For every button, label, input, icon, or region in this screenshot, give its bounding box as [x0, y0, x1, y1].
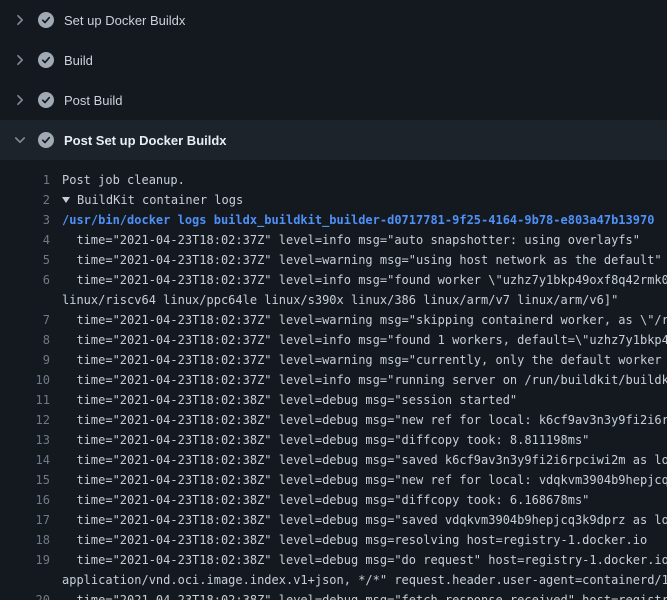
log-line: 12 time="2021-04-23T18:02:38Z" level=deb…: [0, 410, 667, 430]
log-line-text: /usr/bin/docker logs buildx_buildkit_bui…: [62, 210, 667, 230]
log-line-text: time="2021-04-23T18:02:38Z" level=debug …: [62, 430, 667, 450]
step-header[interactable]: Build: [0, 40, 667, 80]
log-line-number[interactable]: 15: [0, 470, 50, 490]
log-line: 3 /usr/bin/docker logs buildx_buildkit_b…: [0, 210, 667, 230]
log-line-number[interactable]: 18: [0, 530, 50, 550]
chevron-icon: [12, 52, 28, 68]
log-line-text: time="2021-04-23T18:02:37Z" level=info m…: [62, 330, 667, 350]
group-expand-icon: [62, 197, 70, 203]
steps-list: Set up Docker Buildx Build Post Buil: [0, 0, 667, 160]
log-line-number[interactable]: 6: [0, 270, 50, 310]
step-header[interactable]: Post Build: [0, 80, 667, 120]
log-line-number[interactable]: 13: [0, 430, 50, 450]
log-line-text[interactable]: BuildKit container logs: [62, 190, 667, 210]
log-line-number[interactable]: 5: [0, 250, 50, 270]
log-line-text: time="2021-04-23T18:02:38Z" level=debug …: [62, 510, 667, 530]
log-line-text: time="2021-04-23T18:02:38Z" level=debug …: [62, 390, 667, 410]
step-label: Post Build: [64, 93, 123, 108]
log-line: 8 time="2021-04-23T18:02:37Z" level=info…: [0, 330, 667, 350]
check-circle-icon: [38, 52, 54, 68]
log-line-number[interactable]: 20: [0, 590, 50, 600]
log-line: 5 time="2021-04-23T18:02:37Z" level=warn…: [0, 250, 667, 270]
log-line-number[interactable]: 19: [0, 550, 50, 590]
log-line-text: time="2021-04-23T18:02:38Z" level=debug …: [62, 490, 667, 510]
log-line: 1 Post job cleanup.: [0, 170, 667, 190]
log-line: 15 time="2021-04-23T18:02:38Z" level=deb…: [0, 470, 667, 490]
log-line: 4 time="2021-04-23T18:02:37Z" level=info…: [0, 230, 667, 250]
check-circle-icon: [38, 12, 54, 28]
check-circle-icon: [38, 92, 54, 108]
log-line-number[interactable]: 8: [0, 330, 50, 350]
log-line: 20 time="2021-04-23T18:02:38Z" level=deb…: [0, 590, 667, 600]
log-line: 10 time="2021-04-23T18:02:37Z" level=inf…: [0, 370, 667, 390]
log-line-number[interactable]: 2: [0, 190, 50, 210]
log-line: 9 time="2021-04-23T18:02:37Z" level=warn…: [0, 350, 667, 370]
log-line-number[interactable]: 7: [0, 310, 50, 330]
log-line-number[interactable]: 11: [0, 390, 50, 410]
log-line-number[interactable]: 9: [0, 350, 50, 370]
log-line-text: time="2021-04-23T18:02:38Z" level=debug …: [62, 450, 667, 470]
step-label: Post Set up Docker Buildx: [64, 133, 227, 148]
log-line-text: time="2021-04-23T18:02:38Z" level=debug …: [62, 590, 667, 600]
log-line-text: time="2021-04-23T18:02:38Z" level=debug …: [62, 410, 667, 430]
log-line-number[interactable]: 10: [0, 370, 50, 390]
log-line-text: time="2021-04-23T18:02:37Z" level=warnin…: [62, 310, 667, 330]
step-header[interactable]: Post Set up Docker Buildx: [0, 120, 667, 160]
log-line-number[interactable]: 4: [0, 230, 50, 250]
log-line: 2 BuildKit container logs: [0, 190, 667, 210]
log-line-number[interactable]: 16: [0, 490, 50, 510]
check-circle-icon: [38, 132, 54, 148]
log-line-text: time="2021-04-23T18:02:38Z" level=debug …: [62, 470, 667, 490]
log-line-text: time="2021-04-23T18:02:37Z" level=info m…: [62, 270, 667, 310]
log-line-text: time="2021-04-23T18:02:38Z" level=debug …: [62, 550, 667, 590]
log-line: 7 time="2021-04-23T18:02:37Z" level=warn…: [0, 310, 667, 330]
log-line: 18 time="2021-04-23T18:02:38Z" level=deb…: [0, 530, 667, 550]
log-line-text: Post job cleanup.: [62, 170, 667, 190]
log-line-number[interactable]: 1: [0, 170, 50, 190]
log-line: 14 time="2021-04-23T18:02:38Z" level=deb…: [0, 450, 667, 470]
log-line-text: time="2021-04-23T18:02:37Z" level=warnin…: [62, 250, 667, 270]
log-line: 13 time="2021-04-23T18:02:38Z" level=deb…: [0, 430, 667, 450]
log-line-number[interactable]: 14: [0, 450, 50, 470]
log-line-number[interactable]: 17: [0, 510, 50, 530]
log-line-text: time="2021-04-23T18:02:37Z" level=info m…: [62, 230, 667, 250]
chevron-icon: [12, 12, 28, 28]
log-line-text: time="2021-04-23T18:02:37Z" level=warnin…: [62, 350, 667, 370]
log-line: 19 time="2021-04-23T18:02:38Z" level=deb…: [0, 550, 667, 590]
log-line-text: time="2021-04-23T18:02:38Z" level=debug …: [62, 530, 667, 550]
chevron-icon: [12, 132, 28, 148]
log-container: 1 Post job cleanup. 2 BuildKit container…: [0, 160, 667, 600]
log-line: 17 time="2021-04-23T18:02:38Z" level=deb…: [0, 510, 667, 530]
log-line: 11 time="2021-04-23T18:02:38Z" level=deb…: [0, 390, 667, 410]
step-label: Set up Docker Buildx: [64, 13, 185, 28]
log-line: 16 time="2021-04-23T18:02:38Z" level=deb…: [0, 490, 667, 510]
chevron-icon: [12, 92, 28, 108]
step-header[interactable]: Set up Docker Buildx: [0, 0, 667, 40]
log-line: 6 time="2021-04-23T18:02:37Z" level=info…: [0, 270, 667, 310]
log-line-number[interactable]: 12: [0, 410, 50, 430]
step-label: Build: [64, 53, 93, 68]
log-line-text: time="2021-04-23T18:02:37Z" level=info m…: [62, 370, 667, 390]
log-line-number[interactable]: 3: [0, 210, 50, 230]
